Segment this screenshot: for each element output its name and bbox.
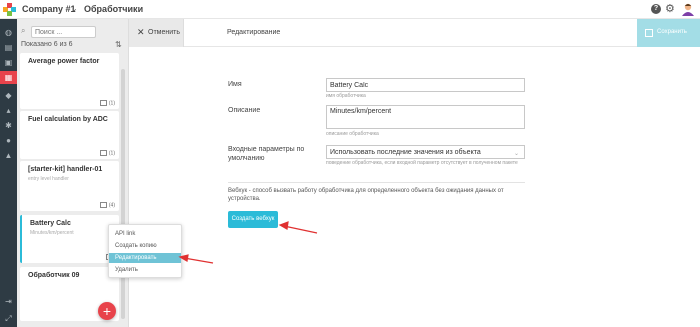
nav-handlers-icon[interactable]: ▦ xyxy=(0,71,17,84)
list-item-count: (4) xyxy=(99,201,115,208)
list-item-subtitle: entry level handler xyxy=(28,176,69,182)
left-nav: ◍ ▤ ▣ ▦ ◆ ▴ ✱ ● ▲ ⇥ ⤢ xyxy=(0,19,17,327)
cancel-button[interactable]: ✕ Отменить xyxy=(129,19,184,47)
copy-icon xyxy=(99,149,107,156)
divider xyxy=(228,182,525,183)
menu-item-api-link[interactable]: API link xyxy=(109,229,181,239)
list-item-subtitle: Minutes/km/percent xyxy=(30,230,74,236)
nav-settings-icon[interactable]: ✱ xyxy=(3,121,14,130)
save-button[interactable]: Сохранить xyxy=(637,19,700,47)
help-icon[interactable]: ? xyxy=(651,4,661,14)
list-item-count: (1) xyxy=(99,149,115,156)
add-handler-button[interactable]: + xyxy=(98,302,116,320)
list-item-title: [starter-kit] handler-01 xyxy=(28,166,103,173)
menu-item-delete[interactable]: Удалить xyxy=(109,265,181,275)
nav-devices-icon[interactable]: ▲ xyxy=(3,151,14,160)
top-bar: Company #1 ⌄ Обработчики ? ⚙ xyxy=(0,0,700,19)
list-item[interactable]: Fuel calculation by ADC (1) xyxy=(20,111,119,159)
list-item-selected[interactable]: Battery Calc Minutes/km/percent xyxy=(20,215,119,263)
list-scrollbar[interactable] xyxy=(121,69,125,319)
shown-count: Показано 6 из 6 xyxy=(21,41,73,48)
search-icon: ⌕ xyxy=(21,26,26,35)
menu-item-copy[interactable]: Создать копию xyxy=(109,241,181,251)
list-item-count: (1) xyxy=(99,99,115,106)
list-item[interactable]: [starter-kit] handler-01 entry level han… xyxy=(20,161,119,211)
chevron-down-icon[interactable]: ⌄ xyxy=(71,4,78,13)
handlers-list-panel: ⌕ Показано 6 из 6 ⇅ Average power factor… xyxy=(17,19,129,327)
save-label: Сохранить xyxy=(657,29,687,35)
annotation-arrow-webhook xyxy=(278,221,318,234)
list-item-title: Battery Calc xyxy=(30,220,71,227)
copy-icon xyxy=(99,201,107,208)
menu-item-edit[interactable]: Редактировать xyxy=(109,253,181,263)
copy-icon xyxy=(99,99,107,106)
close-icon: ✕ xyxy=(137,27,145,37)
save-icon xyxy=(645,29,653,37)
list-item-title: Average power factor xyxy=(28,58,100,65)
nav-users-icon[interactable]: ● xyxy=(3,136,14,145)
cancel-label: Отменить xyxy=(148,29,180,36)
nav-tags-icon[interactable]: ◆ xyxy=(3,91,14,100)
create-webhook-button[interactable]: Создать вебхук xyxy=(228,211,278,228)
nav-dashboard-icon[interactable]: ▤ xyxy=(3,43,14,52)
nav-collapse-icon[interactable]: ⤢ xyxy=(3,314,14,323)
name-label: Имя xyxy=(228,81,242,88)
context-menu: API link Создать копию Редактировать Уда… xyxy=(108,224,182,278)
nav-world-icon[interactable]: ◍ xyxy=(3,28,14,37)
editor-title: Редактирование xyxy=(227,29,281,36)
annotation-arrow-edit xyxy=(178,254,214,264)
name-field[interactable] xyxy=(326,78,525,92)
avatar-icon[interactable] xyxy=(681,3,695,16)
description-label: Описание xyxy=(228,107,261,114)
input-params-hint: поведение обработчика, если входной пара… xyxy=(326,160,518,166)
description-hint: описание обработчика xyxy=(326,131,379,137)
chevron-down-icon[interactable]: ⌄ xyxy=(514,150,519,157)
list-item-title: Fuel calculation by ADC xyxy=(28,116,108,123)
sort-icon[interactable]: ⇅ xyxy=(115,40,122,49)
page-title: Обработчики xyxy=(84,4,144,14)
input-params-select[interactable]: Использовать последние значения из объек… xyxy=(326,145,525,159)
search-input[interactable] xyxy=(31,26,96,38)
input-params-label: Входные параметры по умолчанию xyxy=(228,146,305,162)
company-selector[interactable]: Company #1 xyxy=(22,4,76,14)
logo-icon[interactable] xyxy=(3,3,16,16)
list-item-title: Обработчик 09 xyxy=(28,272,80,279)
list-item[interactable]: Average power factor (1) xyxy=(20,53,119,109)
editor-header: ✕ Отменить Редактирование Сохранить xyxy=(129,19,700,47)
description-field[interactable]: Minutes/km/percent xyxy=(326,105,525,129)
nav-monitor-icon[interactable]: ▣ xyxy=(3,58,14,67)
name-hint: имя обработчика xyxy=(326,93,366,99)
nav-logout-icon[interactable]: ⇥ xyxy=(3,297,14,306)
nav-chart-icon[interactable]: ▴ xyxy=(3,106,14,115)
webhook-description: Вебхук - способ вызвать работу обработчи… xyxy=(228,188,504,202)
gear-icon[interactable]: ⚙ xyxy=(665,2,675,16)
